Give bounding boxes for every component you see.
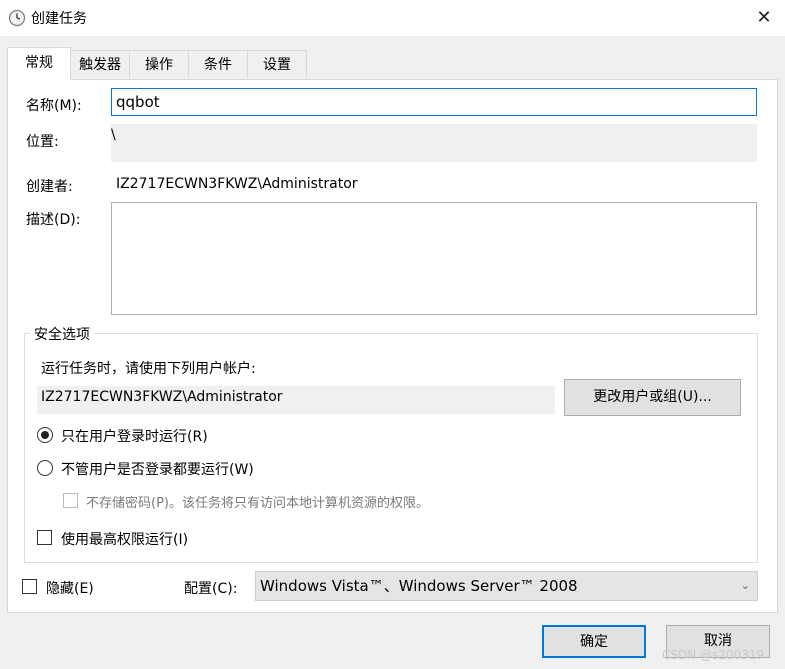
author-label: 创建者:	[26, 179, 73, 195]
highest-privileges-label[interactable]: 使用最高权限运行(I)	[61, 529, 188, 549]
configure-select[interactable]: Windows Vista™、Windows Server™ 2008 ⌄	[255, 571, 758, 601]
window-title: 创建任务	[31, 11, 87, 27]
highest-privileges-checkbox[interactable]	[37, 530, 52, 545]
configure-label: 配置(C):	[184, 581, 238, 597]
tab-conditions[interactable]: 条件	[188, 50, 248, 78]
account-field: IZ2717ECWN3FKWZ\Administrator	[37, 386, 555, 414]
change-user-button[interactable]: 更改用户或组(U)...	[564, 379, 741, 416]
name-label: 名称(M):	[26, 98, 82, 114]
tab-general[interactable]: 常规	[7, 47, 71, 80]
author-value: IZ2717ECWN3FKWZ\Administrator	[116, 176, 358, 192]
name-input[interactable]: qqbot	[111, 88, 757, 116]
description-label: 描述(D):	[26, 212, 81, 228]
title-bar: 创建任务 ✕	[0, 0, 785, 36]
clock-icon	[8, 9, 26, 27]
location-value: \	[111, 127, 116, 143]
radio-logged-on[interactable]	[37, 427, 53, 443]
location-field: \	[111, 124, 757, 162]
location-label: 位置:	[26, 134, 59, 150]
watermark: CSDN @s200319	[662, 648, 765, 662]
ok-button[interactable]: 确定	[542, 625, 646, 658]
radio-whether-logged-on-label[interactable]: 不管用户是否登录都要运行(W)	[61, 459, 254, 479]
radio-whether-logged-on[interactable]	[37, 460, 53, 476]
description-textarea[interactable]	[111, 202, 757, 315]
run-as-prompt: 运行任务时，请使用下列用户帐户:	[41, 361, 256, 377]
chevron-down-icon: ⌄	[740, 579, 750, 592]
tab-settings[interactable]: 设置	[247, 50, 307, 78]
no-store-password-label: 不存储密码(P)。该任务将只有访问本地计算机资源的权限。	[86, 496, 429, 511]
hidden-checkbox[interactable]	[22, 579, 37, 594]
close-icon[interactable]: ✕	[752, 6, 776, 30]
hidden-label[interactable]: 隐藏(E)	[46, 578, 94, 598]
security-options-title: 安全选项	[30, 324, 94, 344]
no-store-password-checkbox	[63, 493, 78, 508]
radio-logged-on-label[interactable]: 只在用户登录时运行(R)	[61, 426, 208, 446]
radio-selected-dot	[41, 431, 49, 439]
tab-triggers[interactable]: 触发器	[70, 50, 130, 78]
tab-actions[interactable]: 操作	[129, 50, 189, 78]
configure-value: Windows Vista™、Windows Server™ 2008	[260, 577, 578, 595]
